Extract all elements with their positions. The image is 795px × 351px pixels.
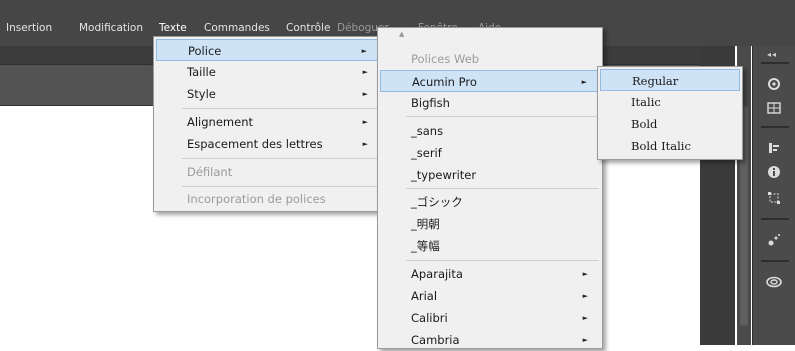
panel-divider (761, 126, 789, 128)
menu-insertion[interactable]: Insertion (6, 20, 52, 36)
style-item-label: Bold (631, 117, 658, 131)
menu-item-taille[interactable]: Taille ► (156, 61, 380, 83)
menu-separator (406, 116, 599, 117)
font-item-label: Cambria (411, 333, 460, 347)
font-item-typewriter[interactable]: _typewriter (380, 164, 600, 186)
font-item-label: _serif (411, 146, 442, 160)
font-item-aparajita[interactable]: Aparajita ► (380, 263, 600, 285)
cc-libraries-icon[interactable] (763, 272, 785, 292)
menu-item-label: Police (188, 44, 222, 58)
swatches-icon[interactable] (763, 98, 785, 118)
menu-item-label: Taille (187, 65, 216, 79)
panel-dock: ◂◂ (752, 46, 795, 345)
font-item-label: Arial (411, 289, 438, 303)
style-item-label: Italic (631, 95, 661, 109)
menu-separator (182, 108, 379, 109)
submenu-arrow-icon: ► (582, 292, 588, 300)
menu-item-label: Incorporation de polices (187, 192, 326, 206)
font-item-label: _等幅 (411, 239, 440, 253)
acumin-pro-submenu: Regular Italic Bold Bold Italic (597, 66, 743, 160)
font-item-gothic[interactable]: _ゴシック (380, 191, 600, 213)
texte-menu: Police ► Taille ► Style ► Alignement ► E… (153, 36, 383, 212)
font-item-sans[interactable]: _sans (380, 120, 600, 142)
info-icon[interactable] (763, 162, 785, 182)
font-item-label: Calibri (411, 311, 448, 325)
font-item-label: Acumin Pro (412, 75, 477, 89)
font-item-mincho[interactable]: _明朝 (380, 213, 600, 235)
font-item-bigfish[interactable]: Bigfish (380, 92, 600, 114)
menu-item-espacement[interactable]: Espacement des lettres ► (156, 133, 380, 155)
style-item-bold-italic[interactable]: Bold Italic (600, 135, 740, 157)
font-item-label: _sans (411, 124, 444, 138)
menu-separator (182, 186, 379, 187)
menu-item-label: Alignement (187, 115, 253, 129)
menu-item-label: Défilant (187, 165, 233, 179)
submenu-arrow-icon: ► (361, 47, 367, 55)
font-item-arial[interactable]: Arial ► (380, 285, 600, 307)
menu-item-incorporation[interactable]: Incorporation de polices (156, 188, 380, 210)
menu-texte[interactable]: Texte (159, 20, 187, 36)
font-item-serif[interactable]: _serif (380, 142, 600, 164)
menu-item-label: Espacement des lettres (187, 137, 323, 151)
font-item-label: Bigfish (411, 96, 450, 110)
font-item-label: _ゴシック (411, 195, 463, 209)
submenu-arrow-icon: ► (582, 314, 588, 322)
transform-icon[interactable] (763, 188, 785, 208)
menu-item-alignement[interactable]: Alignement ► (156, 111, 380, 133)
style-item-italic[interactable]: Italic (600, 91, 740, 113)
submenu-arrow-icon: ► (582, 336, 588, 344)
font-item-tohaba[interactable]: _等幅 (380, 235, 600, 257)
menu-separator (406, 260, 599, 261)
menu-commandes[interactable]: Commandes (204, 20, 270, 36)
menu-item-style[interactable]: Style ► (156, 83, 380, 105)
font-item-label: _typewriter (411, 168, 477, 182)
align-icon[interactable] (763, 138, 785, 158)
menu-header-polices-web: Polices Web (380, 48, 600, 70)
scroll-up-icon[interactable]: ▲ (399, 30, 404, 38)
font-item-cambria[interactable]: Cambria ► (380, 329, 600, 351)
menu-item-police[interactable]: Police ► (156, 39, 380, 61)
submenu-arrow-icon: ► (362, 140, 368, 148)
submenu-arrow-icon: ► (362, 68, 368, 76)
style-item-label: Regular (632, 74, 679, 88)
police-submenu: ▲ Polices Web Acumin Pro ► Bigfish _sans… (377, 27, 603, 349)
menu-separator (182, 158, 379, 159)
panel-divider (761, 260, 789, 262)
style-item-bold[interactable]: Bold (600, 113, 740, 135)
style-item-label: Bold Italic (631, 139, 691, 153)
sync-icon[interactable] (763, 74, 785, 94)
menu-item-label: Style (187, 87, 216, 101)
collapse-panel-icon[interactable]: ◂◂ (767, 50, 777, 59)
panel-divider (761, 62, 789, 64)
style-item-regular[interactable]: Regular (600, 69, 740, 91)
font-item-label: Aparajita (411, 267, 463, 281)
font-item-acumin-pro[interactable]: Acumin Pro ► (380, 70, 600, 92)
motion-icon[interactable] (763, 230, 785, 250)
font-item-calibri[interactable]: Calibri ► (380, 307, 600, 329)
panel-divider (761, 218, 789, 220)
menu-item-defilant[interactable]: Défilant (156, 161, 380, 183)
menu-header-label: Polices Web (411, 52, 480, 66)
submenu-arrow-icon: ► (362, 90, 368, 98)
submenu-arrow-icon: ► (581, 78, 587, 86)
submenu-arrow-icon: ► (362, 118, 368, 126)
submenu-arrow-icon: ► (582, 270, 588, 278)
menu-controle[interactable]: Contrôle (286, 20, 330, 36)
menu-separator (406, 188, 599, 189)
font-item-label: _明朝 (411, 217, 440, 231)
menu-modification[interactable]: Modification (79, 20, 143, 36)
